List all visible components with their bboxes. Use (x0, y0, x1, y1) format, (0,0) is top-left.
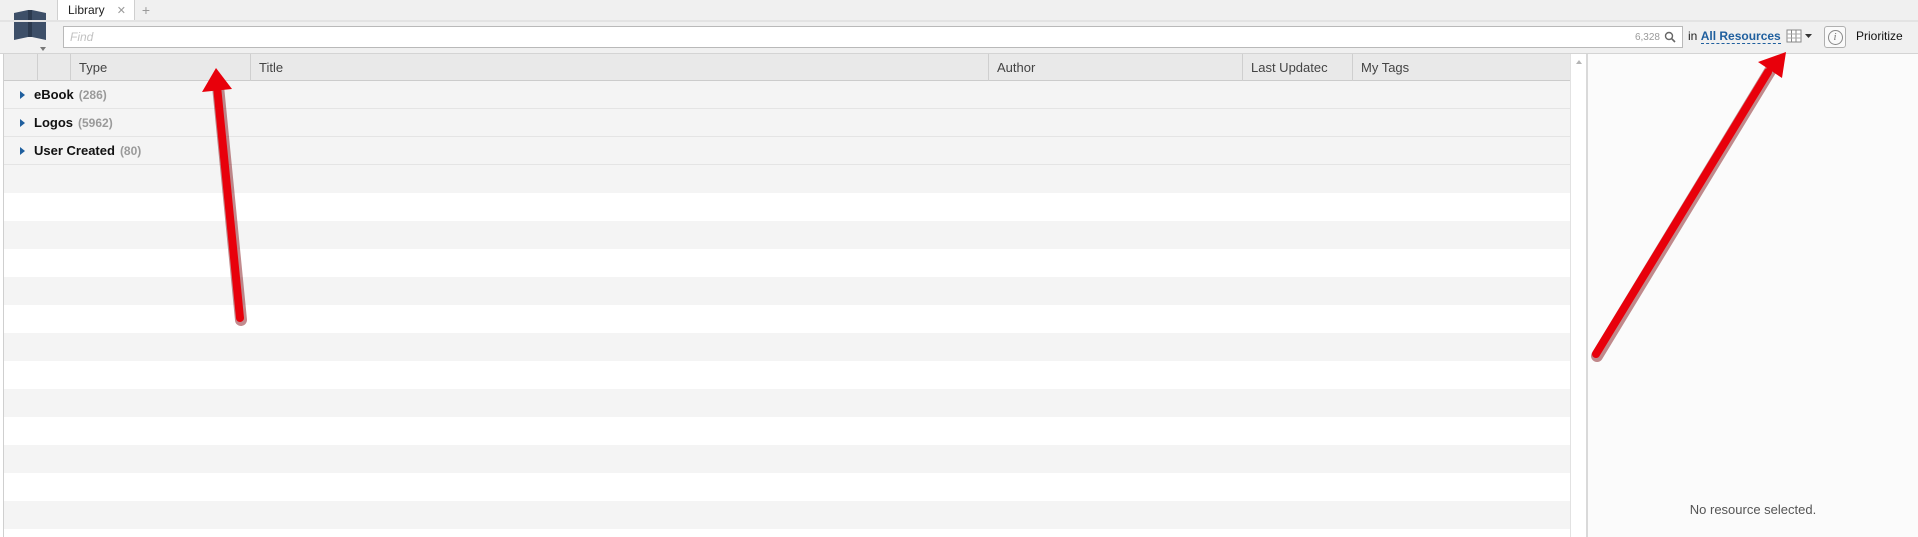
close-icon[interactable]: ✕ (117, 4, 126, 17)
column-header-select[interactable] (4, 54, 38, 81)
empty-row (4, 473, 1570, 501)
column-header-last-updated-label: Last Updatec (1251, 60, 1328, 75)
column-header-title[interactable]: Title (251, 54, 989, 81)
empty-row (4, 501, 1570, 529)
column-header-author[interactable]: Author (989, 54, 1243, 81)
group-count: (5962) (78, 115, 113, 130)
info-button[interactable]: i (1824, 26, 1846, 48)
top-toolbar: Library ✕ + 6,328 in All Resources i Pr (0, 0, 1918, 54)
column-header-row: Type Title Author Last Updatec My Tags (4, 54, 1570, 81)
group-count: (80) (119, 143, 142, 158)
scope-link[interactable]: All Resources (1700, 29, 1781, 44)
tab-library[interactable]: Library ✕ (57, 0, 135, 20)
scope-prefix: in (1688, 29, 1698, 43)
info-icon: i (1827, 29, 1843, 45)
empty-row (4, 193, 1570, 221)
group-row-user-created[interactable]: User Created (80) (4, 137, 1570, 165)
column-view-icon (1786, 29, 1812, 43)
expand-caret-icon[interactable] (20, 90, 25, 99)
column-header-author-label: Author (997, 60, 1036, 75)
empty-row (4, 445, 1570, 473)
empty-row (4, 417, 1570, 445)
tab-library-label: Library (68, 3, 105, 17)
column-header-type[interactable]: Type (71, 54, 251, 81)
column-header-last-updated[interactable]: Last Updatec (1243, 54, 1353, 81)
expand-caret-icon[interactable] (20, 146, 25, 155)
find-field[interactable]: 6,328 (63, 26, 1683, 48)
prioritize-button[interactable]: Prioritize (1856, 29, 1903, 43)
plus-icon: + (141, 2, 150, 18)
column-header-type-label: Type (79, 60, 108, 75)
empty-row (4, 361, 1570, 389)
tab-divider (0, 20, 1918, 22)
group-row-logos[interactable]: Logos (5962) (4, 109, 1570, 137)
group-count: (286) (78, 87, 107, 102)
resource-info-panel: No resource selected. (1588, 54, 1918, 537)
scroll-up-icon[interactable] (1576, 60, 1582, 64)
empty-row (4, 529, 1570, 537)
empty-selection-message: No resource selected. (1689, 502, 1817, 517)
empty-row (4, 165, 1570, 193)
scope-selector: in All Resources (1688, 29, 1781, 44)
column-header-my-tags[interactable]: My Tags (1353, 54, 1570, 81)
empty-row (4, 277, 1570, 305)
empty-row (4, 249, 1570, 277)
vertical-scrollbar[interactable] (1570, 54, 1586, 537)
empty-row (4, 221, 1570, 249)
search-icon[interactable] (1664, 31, 1676, 43)
empty-row (4, 389, 1570, 417)
group-name: User Created (34, 143, 115, 158)
column-menu-caret-icon[interactable] (40, 47, 46, 51)
result-count: 6,328 (1634, 31, 1660, 43)
resource-grid: eBook (286) Logos (5962) User Created (8… (4, 81, 1570, 537)
empty-row (4, 333, 1570, 361)
group-row-ebook[interactable]: eBook (286) (4, 81, 1570, 109)
group-name: Logos (34, 115, 73, 130)
find-input[interactable] (70, 30, 1635, 44)
column-view-button[interactable] (1786, 27, 1816, 45)
expand-caret-icon[interactable] (20, 118, 25, 127)
column-header-my-tags-label: My Tags (1361, 60, 1410, 75)
column-header-type-icon[interactable] (38, 54, 71, 81)
column-header-title-label: Title (259, 60, 284, 75)
tab-strip: Library ✕ + (57, 0, 157, 20)
empty-row (4, 305, 1570, 333)
group-name: eBook (34, 87, 74, 102)
add-tab-button[interactable]: + (135, 0, 157, 20)
library-book-icon[interactable] (12, 7, 48, 41)
